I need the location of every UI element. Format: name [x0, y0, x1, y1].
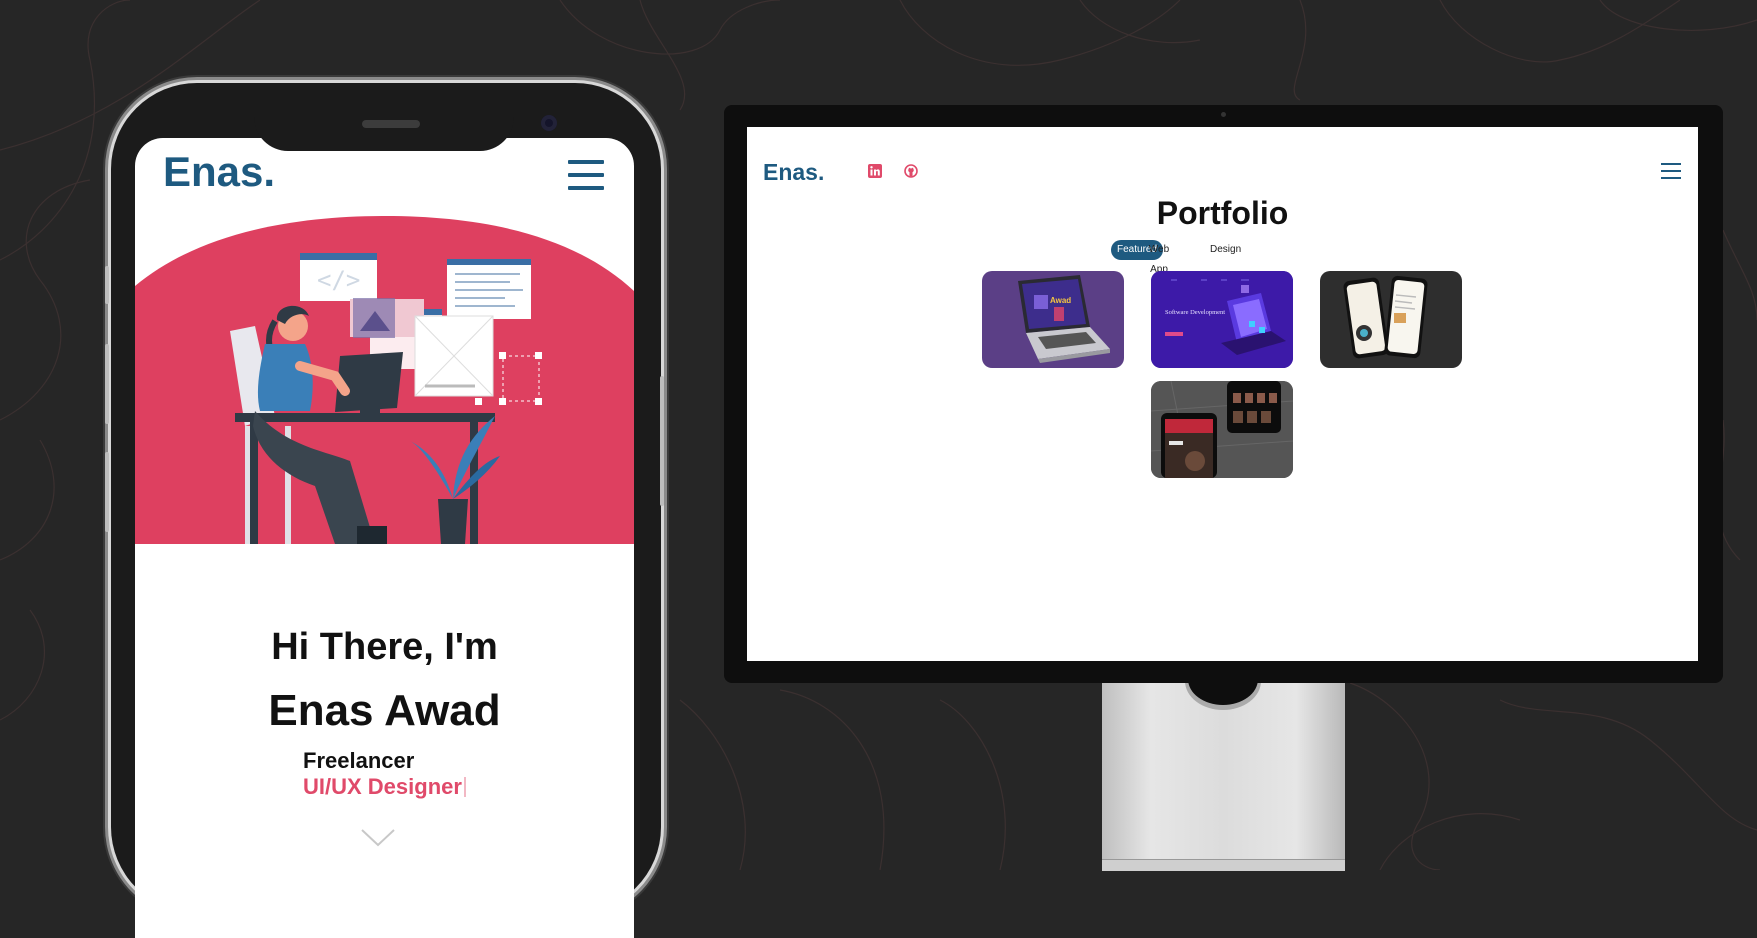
phone-mockup: Enas. </> Hi There, I'm Enas Awad Freela…	[111, 83, 661, 938]
portfolio-item-software[interactable]: Software Development	[1151, 271, 1293, 368]
github-icon[interactable]	[904, 164, 918, 178]
hero-role-freelancer: Freelancer	[303, 748, 415, 773]
typing-cursor	[463, 777, 466, 797]
phone-camera	[541, 115, 557, 131]
hero-illustration: </>	[135, 216, 634, 544]
portfolio-item-phones[interactable]	[1320, 271, 1462, 368]
tab-web-app[interactable]: Web App	[1143, 240, 1175, 275]
monitor-camera	[1221, 112, 1226, 117]
phone-notch	[254, 83, 514, 151]
hero-name: Enas Awad	[268, 686, 501, 735]
phone-volume-down	[105, 452, 109, 532]
chevron-down-icon[interactable]	[360, 828, 396, 848]
monitor-mockup: Enas. Portfolio Featured Web App Design …	[724, 105, 1723, 683]
mobile-logo[interactable]: Enas.	[163, 148, 275, 196]
software-card-text: Software Development	[1165, 309, 1225, 316]
svg-text:</>: </>	[317, 266, 360, 294]
portfolio-title: Portfolio	[1156, 195, 1289, 231]
phone-screen: Enas. </> Hi There, I'm Enas Awad Freela…	[135, 138, 634, 938]
portfolio-item-movie-app[interactable]	[1151, 381, 1293, 478]
laptop-screen-text: Awad	[1050, 296, 1071, 305]
desktop-screen: Enas. Portfolio Featured Web App Design …	[747, 127, 1698, 661]
tab-design[interactable]: Design	[1210, 240, 1241, 260]
phone-volume-up	[105, 344, 109, 424]
hero-role-designer: UI/UX Designer	[303, 774, 462, 799]
monitor-stand	[1102, 653, 1345, 871]
hero-role-typed: UI/UX Designer	[303, 774, 466, 800]
phone-speaker	[362, 120, 420, 128]
hero-greeting: Hi There, I'm	[271, 626, 498, 668]
phone-power-button	[660, 376, 664, 506]
mobile-hamburger-menu-icon[interactable]	[568, 160, 604, 192]
desktop-logo[interactable]: Enas.	[763, 159, 824, 186]
linkedin-icon[interactable]	[868, 164, 882, 178]
phone-side-button	[105, 266, 109, 304]
desktop-hamburger-menu-icon[interactable]	[1661, 163, 1681, 181]
portfolio-item-laptop[interactable]: Awad	[982, 271, 1124, 368]
